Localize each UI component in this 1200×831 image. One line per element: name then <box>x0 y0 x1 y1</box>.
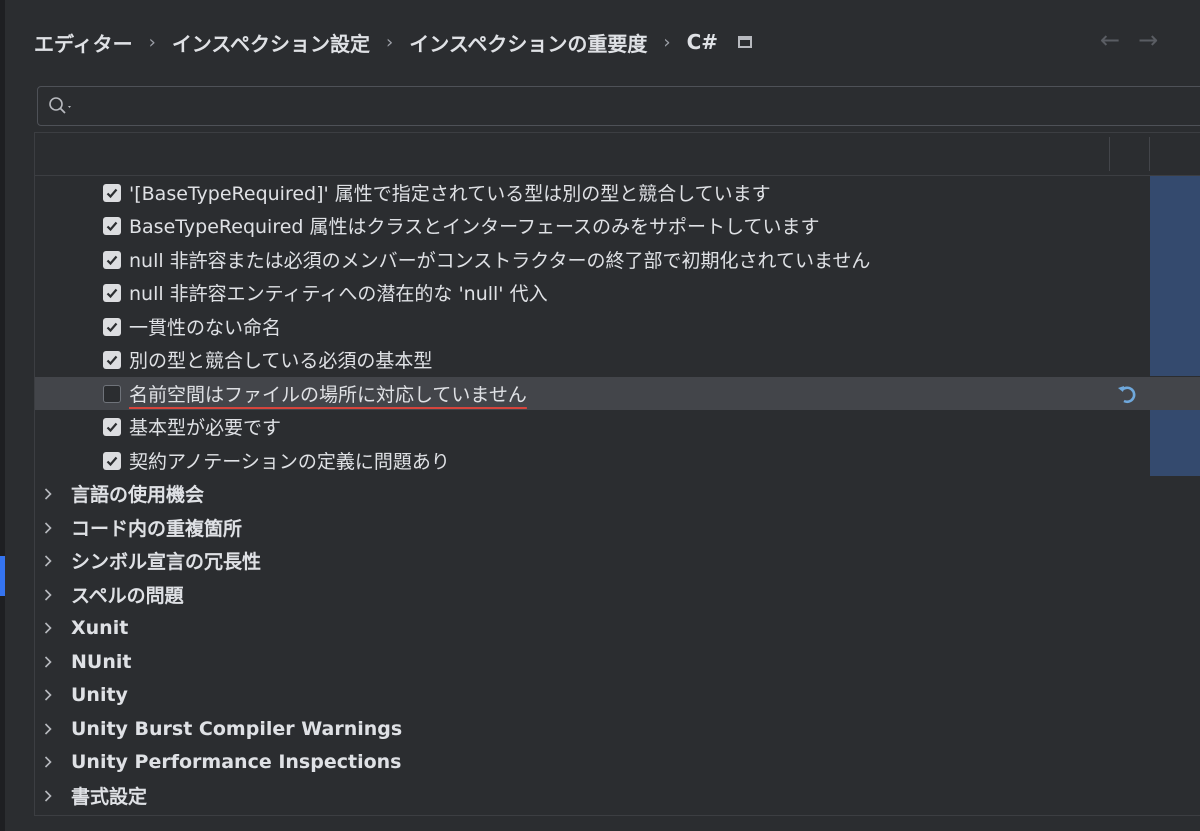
column-divider[interactable] <box>1109 137 1110 171</box>
chevron-right-icon[interactable] <box>41 688 55 702</box>
back-arrow-icon[interactable]: ← <box>1100 26 1120 54</box>
tree-group[interactable]: Unity Performance Inspections <box>35 745 1200 778</box>
group-label: 書式設定 <box>71 786 148 808</box>
chevron-right-icon[interactable] <box>41 588 55 602</box>
inspection-row[interactable]: null 非許容エンティティへの潜在的な 'null' 代入 <box>35 276 1200 309</box>
reset-icon[interactable] <box>1115 382 1139 406</box>
tree-group[interactable]: Unity <box>35 678 1200 711</box>
breadcrumb-separator: › <box>148 31 156 53</box>
inspection-label: 名前空間はファイルの場所に対応していません <box>129 384 527 406</box>
breadcrumb-item-inspection-settings[interactable]: インスペクション設定 <box>172 28 370 57</box>
inspection-label: 基本型が必要です <box>129 417 282 439</box>
inspection-label: 契約アノテーションの定義に問題あり <box>129 451 450 473</box>
check-icon <box>106 221 118 231</box>
breadcrumb-item-csharp: C# <box>686 30 719 54</box>
inspection-row[interactable]: 別の型と競合している必須の基本型 <box>35 343 1200 376</box>
inspection-row-selected[interactable]: 名前空間はファイルの場所に対応していません <box>35 377 1200 410</box>
inspection-checkbox[interactable] <box>103 417 121 436</box>
sidebar-selection-accent <box>0 556 5 596</box>
tree-group[interactable]: NUnit <box>35 645 1200 678</box>
group-label: 言語の使用機会 <box>71 484 205 506</box>
search-input[interactable] <box>82 93 1186 121</box>
inspection-row[interactable]: 一貫性のない命名 <box>35 310 1200 343</box>
group-label: スペルの問題 <box>71 585 184 607</box>
chevron-right-icon[interactable] <box>41 755 55 769</box>
group-label: Unity Performance Inspections <box>71 750 402 773</box>
tree-group[interactable]: シンボル宣言の冗長性 <box>35 544 1200 577</box>
inspection-row[interactable]: 基本型が必要です <box>35 410 1200 443</box>
inspection-checkbox[interactable] <box>103 451 121 470</box>
breadcrumb-item-inspection-severity[interactable]: インスペクションの重要度 <box>409 28 647 57</box>
inspection-label: 別の型と競合している必須の基本型 <box>129 350 433 372</box>
window-icon[interactable] <box>738 36 753 48</box>
group-label: Xunit <box>71 616 129 639</box>
inspection-label: null 非許容エンティティへの潜在的な 'null' 代入 <box>129 283 548 305</box>
inspection-row[interactable]: '[BaseTypeRequired]' 属性で指定されている型は別の型と競合し… <box>35 176 1200 209</box>
inspection-label: BaseTypeRequired 属性はクラスとインターフェースのみをサポートし… <box>129 216 820 238</box>
left-sidebar-strip <box>0 0 5 831</box>
tree-group[interactable]: 言語の使用機会 <box>35 477 1200 510</box>
breadcrumb-separator: › <box>386 31 394 53</box>
tree-group[interactable]: スペルの問題 <box>35 578 1200 611</box>
tree-group[interactable]: Xunit <box>35 611 1200 644</box>
inspection-tree: '[BaseTypeRequired]' 属性で指定されている型は別の型と競合し… <box>34 132 1200 816</box>
check-icon <box>106 288 118 298</box>
nav-arrows: ← → <box>1100 26 1158 54</box>
tree-group[interactable]: Unity Burst Compiler Warnings <box>35 712 1200 745</box>
chevron-right-icon[interactable] <box>41 487 55 501</box>
group-label: コード内の重複箇所 <box>71 518 243 540</box>
tree-header <box>35 133 1200 176</box>
group-label: シンボル宣言の冗長性 <box>71 551 262 573</box>
inspection-row[interactable]: null 非許容または必須のメンバーがコンストラクターの終了部で初期化されていま… <box>35 243 1200 276</box>
chevron-right-icon[interactable] <box>41 621 55 635</box>
inspection-checkbox[interactable] <box>103 183 121 202</box>
check-icon <box>106 322 118 332</box>
inspection-checkbox[interactable] <box>103 317 121 336</box>
tree-group[interactable]: 書式設定 <box>35 779 1200 812</box>
check-icon <box>106 255 118 265</box>
inspection-label: '[BaseTypeRequired]' 属性で指定されている型は別の型と競合し… <box>129 183 771 205</box>
inspection-label: null 非許容または必須のメンバーがコンストラクターの終了部で初期化されていま… <box>129 250 871 272</box>
inspection-checkbox[interactable] <box>103 384 121 403</box>
check-icon <box>106 355 118 365</box>
group-label: NUnit <box>71 650 132 673</box>
search-box[interactable] <box>37 86 1200 126</box>
group-label: Unity Burst Compiler Warnings <box>71 717 403 740</box>
inspection-row[interactable]: BaseTypeRequired 属性はクラスとインターフェースのみをサポートし… <box>35 209 1200 242</box>
inspection-label: 一貫性のない命名 <box>129 317 282 339</box>
check-icon <box>106 188 118 198</box>
breadcrumb-item-editor[interactable]: エディター <box>34 28 133 57</box>
inspection-checkbox[interactable] <box>103 250 121 269</box>
breadcrumb-separator: › <box>663 31 671 53</box>
chevron-right-icon[interactable] <box>41 655 55 669</box>
chevron-right-icon[interactable] <box>41 722 55 736</box>
breadcrumb: エディター › インスペクション設定 › インスペクションの重要度 › C# <box>34 26 753 58</box>
inspection-checkbox[interactable] <box>103 350 121 369</box>
check-icon <box>106 456 118 466</box>
group-label: Unity <box>71 683 128 706</box>
forward-arrow-icon[interactable]: → <box>1138 26 1158 54</box>
column-divider[interactable] <box>1149 137 1150 171</box>
chevron-right-icon[interactable] <box>41 554 55 568</box>
inspection-checkbox[interactable] <box>103 216 121 235</box>
check-icon <box>106 422 118 432</box>
inspection-row[interactable]: 契約アノテーションの定義に問題あり <box>35 444 1200 477</box>
chevron-right-icon[interactable] <box>41 521 55 535</box>
inspection-checkbox[interactable] <box>103 283 121 302</box>
search-icon[interactable] <box>48 96 74 116</box>
chevron-right-icon[interactable] <box>41 789 55 803</box>
tree-group[interactable]: コード内の重複箇所 <box>35 511 1200 544</box>
